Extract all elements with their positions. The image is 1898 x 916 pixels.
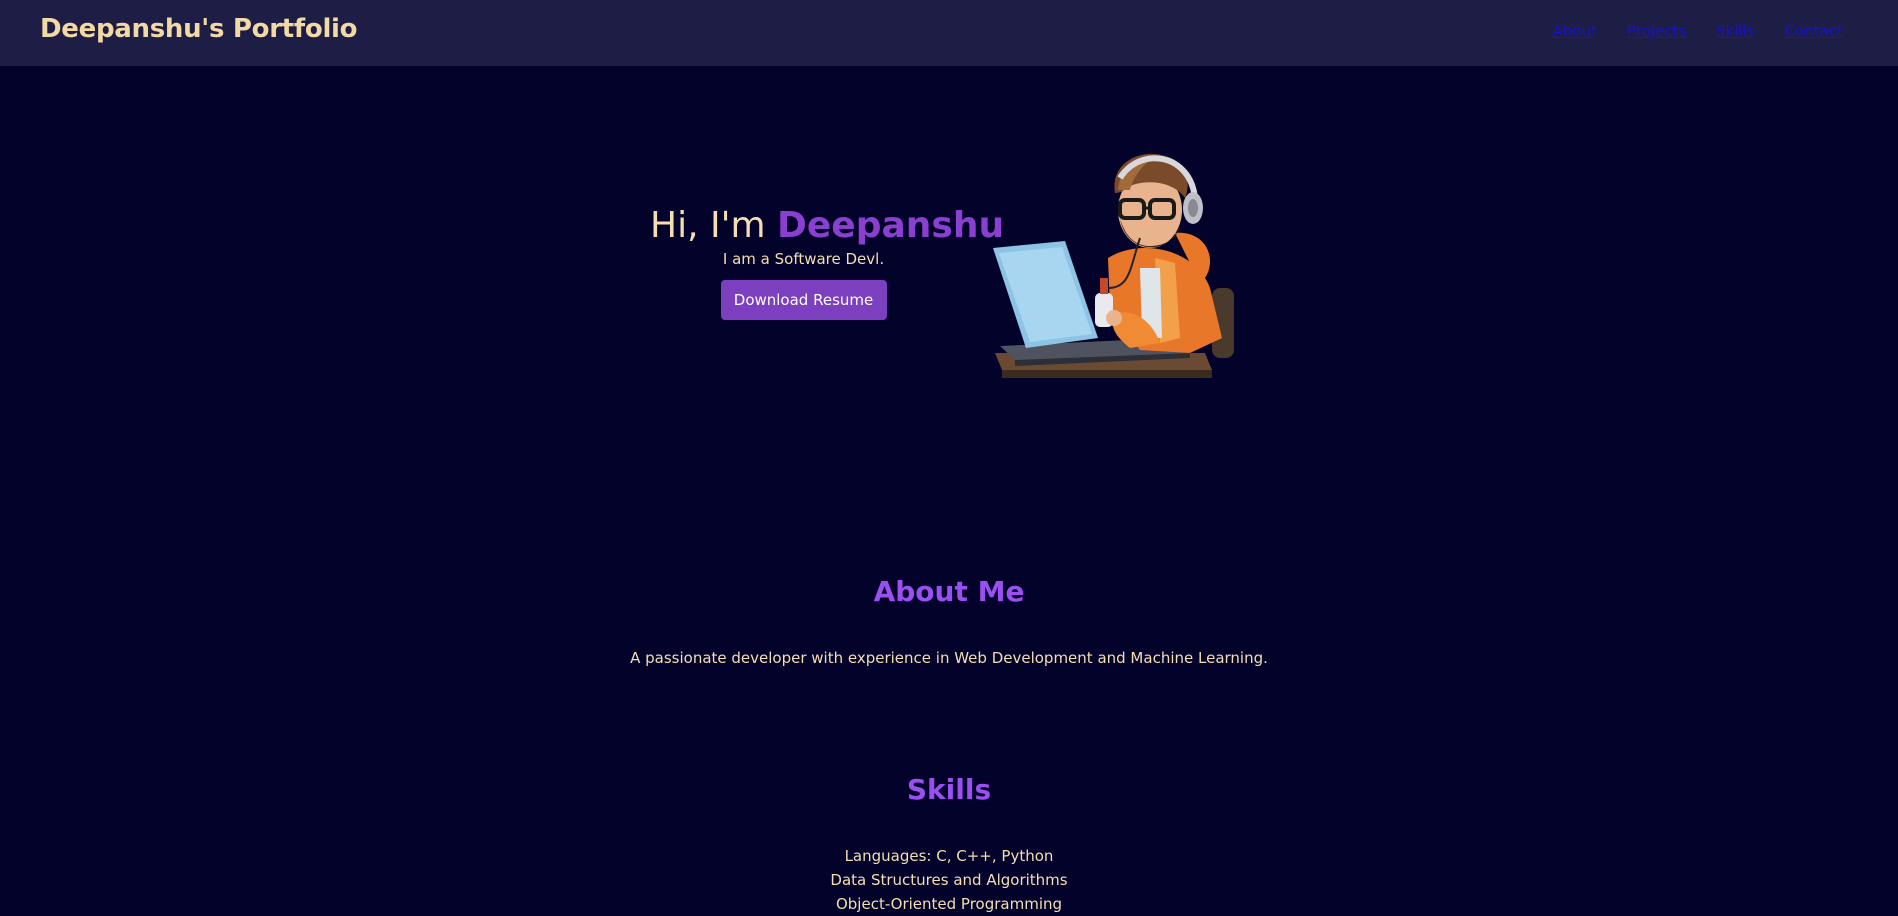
nav-link-skills[interactable]: Skills [1716, 22, 1755, 40]
skill-item: Languages: C, C++, Python [844, 847, 1054, 865]
hero-greeting: Hi, I'm [650, 205, 766, 246]
nav-link-projects[interactable]: Projects [1627, 22, 1686, 40]
navbar: Deepanshu's Portfolio About Projects Ski… [0, 0, 1898, 66]
skill-item: Object-Oriented Programming [835, 895, 1063, 913]
hero-text: Hi, I'm Deepanshu I am a Software Devl. … [650, 204, 1004, 320]
site-brand[interactable]: Deepanshu's Portfolio [40, 14, 358, 44]
hero-section: Hi, I'm Deepanshu I am a Software Devl. … [0, 66, 1898, 466]
developer-avatar-image [993, 153, 1234, 378]
nav-link-about[interactable]: About [1553, 22, 1597, 40]
hero-subtitle: I am a Software Devl. [722, 250, 885, 268]
skills-list: Languages: C, C++, Python Data Structure… [0, 844, 1898, 916]
download-resume-button[interactable]: Download Resume [720, 280, 887, 320]
nav-link-contact[interactable]: Contact [1785, 22, 1843, 40]
skill-item: Data Structures and Algorithms [830, 871, 1068, 889]
hero-title: Hi, I'm Deepanshu [650, 204, 1004, 248]
skills-title: Skills [906, 773, 992, 806]
hero-name: Deepanshu [777, 205, 1005, 246]
nav-links: About Projects Skills Contact [1553, 22, 1843, 40]
about-text: A passionate developer with experience i… [630, 649, 1268, 667]
about-title: About Me [873, 575, 1025, 608]
